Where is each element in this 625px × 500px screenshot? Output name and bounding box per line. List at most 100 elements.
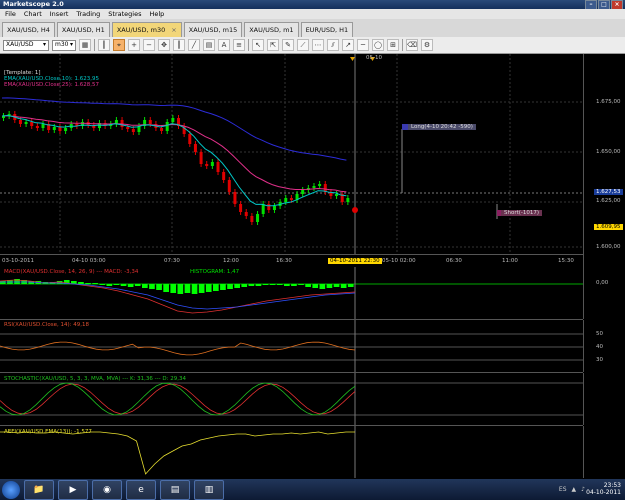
chrome-taskbar-icon[interactable]: ◉: [92, 479, 122, 500]
trendline-icon[interactable]: ⟋: [297, 39, 309, 51]
price-panel[interactable]: [Template: 1] EMA(XAU/USD.Close,10): 1.6…: [0, 54, 583, 255]
price-axis: 1.675,00 1.650,00 1.627,53 1.625,00 1.60…: [583, 54, 625, 254]
marketscope-taskbar-icon[interactable]: ▥: [194, 479, 224, 500]
pdf-taskbar-icon[interactable]: ▤: [160, 479, 190, 500]
tab-xauusd-h1[interactable]: XAU/USD, H1: [56, 22, 110, 37]
arrow-icon[interactable]: ↗: [342, 39, 354, 51]
histogram-bar: [255, 284, 262, 286]
tab-xauusd-h4[interactable]: XAU/USD, H4: [2, 22, 55, 37]
pencil-icon[interactable]: ✎: [282, 39, 294, 51]
candle: [148, 120, 152, 124]
channel-icon[interactable]: ⫽: [327, 39, 339, 51]
pointer-icon[interactable]: ↖: [252, 39, 264, 51]
text-icon[interactable]: A: [218, 39, 230, 51]
short-position-badge[interactable]: Short(-1017): [497, 210, 543, 216]
time-axis: 03-10-2011 04-10 03:00 07:30 12:00 16:30…: [0, 254, 583, 268]
top-date-marker: 05-10: [366, 55, 382, 61]
start-button[interactable]: [2, 480, 20, 499]
histogram-bar: [127, 284, 134, 287]
menu-trading[interactable]: Trading: [76, 9, 100, 19]
menu-chart[interactable]: Chart: [24, 9, 42, 19]
volume-icon[interactable]: ♪: [581, 486, 585, 493]
tab-eurusd-h1[interactable]: EUR/USD, H1: [300, 22, 354, 37]
toolbar-divider: [402, 39, 403, 51]
crosshair-icon[interactable]: ⌖: [113, 39, 125, 51]
settings-icon[interactable]: ⚙: [421, 39, 433, 51]
toolbar-divider: [94, 39, 95, 51]
clock-date: 04-10-2011: [586, 489, 621, 496]
chart-tabs: XAU/USD, H4 XAU/USD, H1 XAU/USD, m30 × XA…: [0, 19, 625, 37]
rsi-tick: 40: [596, 344, 603, 350]
language-indicator[interactable]: ES: [559, 486, 567, 493]
time-tick: 12:00: [223, 258, 239, 264]
candle: [35, 126, 39, 128]
zoom-in-icon[interactable]: +: [128, 39, 140, 51]
timeframe-select[interactable]: m30 ▾: [52, 39, 76, 51]
histogram-bar: [347, 284, 354, 287]
histogram-bar: [134, 284, 141, 286]
histogram-bar: [241, 284, 248, 287]
clock[interactable]: 23:53 04-10-2011: [586, 482, 621, 496]
close-tab-icon[interactable]: ×: [171, 23, 176, 37]
tab-xauusd-m1[interactable]: XAU/USD, m1: [244, 22, 299, 37]
candle: [126, 127, 130, 129]
candle: [301, 190, 305, 194]
histogram-bar: [227, 284, 233, 289]
list-icon[interactable]: ≡: [233, 39, 245, 51]
candle: [346, 198, 350, 202]
bars-icon[interactable]: ║: [173, 39, 185, 51]
taskbar: 📁 ▶ ◉ e ▤ ▥ ES ▲ ♪ 23:53 04-10-2011: [0, 479, 625, 500]
ie-taskbar-icon[interactable]: e: [126, 479, 156, 500]
stochastic-panel[interactable]: STOCHASTIC(XAU/USD, 5, 3, 3, MVA, MVA) -…: [0, 373, 583, 426]
network-icon[interactable]: ▲: [572, 486, 577, 493]
candle: [52, 127, 56, 130]
candle: [261, 204, 265, 214]
tab-xauusd-m30[interactable]: XAU/USD, m30 ×: [111, 22, 182, 37]
histogram-bar: [298, 284, 304, 285]
price-tick: 1.625,00: [596, 198, 621, 204]
line-chart-icon[interactable]: ╱: [188, 39, 200, 51]
histogram-bar: [312, 284, 319, 288]
menu-strategies[interactable]: Strategies: [108, 9, 141, 19]
time-tick: 03-10-2011: [2, 258, 34, 264]
histogram-bar: [85, 283, 91, 284]
time-marker-icon: [350, 57, 355, 61]
pan-icon[interactable]: ✥: [158, 39, 170, 51]
macd-zero-tick: 0,00: [596, 280, 609, 286]
macd-panel[interactable]: MACD(XAU/USD.Close, 14, 26, 9) --- MACD:…: [0, 267, 583, 320]
symbol-select[interactable]: XAU/USD ▾: [3, 39, 49, 51]
grid-icon[interactable]: ▤: [203, 39, 215, 51]
aefi-panel[interactable]: AEFI(XAU/USD.EMA(13)): -1.577: [0, 426, 583, 478]
rsi-panel[interactable]: RSI(XAU/USD.Close, 14): 49,18: [0, 320, 583, 373]
ellipse-icon[interactable]: ◯: [372, 39, 384, 51]
menu-file[interactable]: File: [5, 9, 16, 19]
candle: [193, 144, 197, 152]
fibonacci-icon[interactable]: ⋯: [312, 39, 324, 51]
histogram-bar: [220, 284, 226, 290]
chevron-down-icon: ▾: [69, 41, 73, 48]
candles-icon[interactable]: ┃: [98, 39, 110, 51]
media-taskbar-icon[interactable]: ▶: [58, 479, 88, 500]
candle: [222, 172, 226, 180]
price-tick: 1.650,00: [596, 149, 621, 155]
macd-axis: 0,00: [583, 267, 625, 319]
current-price-pill: 1.627,53: [594, 189, 623, 195]
explorer-taskbar-icon[interactable]: 📁: [24, 479, 54, 500]
add-indicator-icon[interactable]: ▦: [79, 39, 91, 51]
candle: [250, 216, 254, 222]
cursor-icon[interactable]: ⇱: [267, 39, 279, 51]
candle: [41, 124, 45, 128]
tab-xauusd-m15[interactable]: XAU/USD, m15: [183, 22, 243, 37]
measure-icon[interactable]: ⊞: [387, 39, 399, 51]
sell-signal-icon: [352, 207, 358, 213]
system-tray: ES ▲ ♪: [559, 486, 585, 493]
hline-icon[interactable]: ─: [357, 39, 369, 51]
long-position-badge[interactable]: Long(4-10 20:42 -590): [402, 124, 476, 130]
menu-insert[interactable]: Insert: [50, 9, 69, 19]
menu-help[interactable]: Help: [149, 9, 164, 19]
histogram-bar: [326, 284, 333, 288]
zoom-out-icon[interactable]: −: [143, 39, 155, 51]
candle: [64, 128, 68, 131]
stochastic-axis: [583, 373, 625, 425]
eraser-icon[interactable]: ⌫: [406, 39, 418, 51]
